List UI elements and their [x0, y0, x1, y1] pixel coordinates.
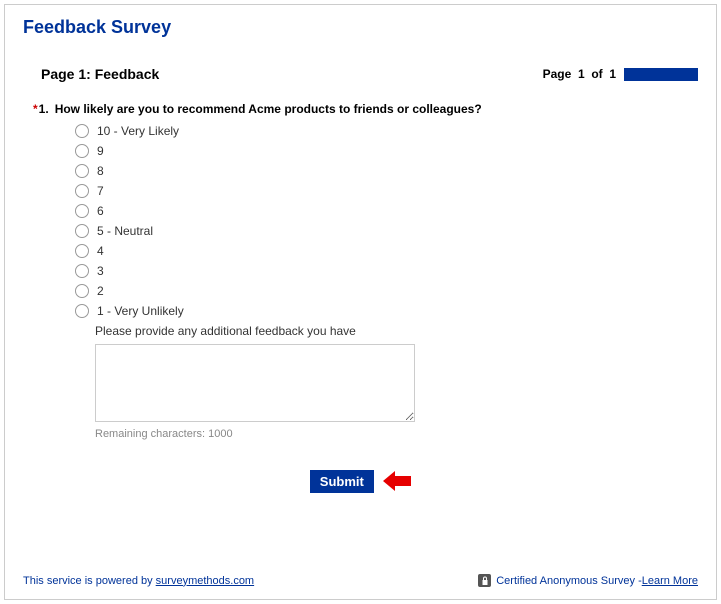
page-total: 1 [609, 67, 616, 81]
option-3[interactable]: 3 [75, 264, 698, 278]
submit-row: Submit [23, 470, 698, 494]
option-2[interactable]: 2 [75, 284, 698, 298]
radio-icon[interactable] [75, 304, 89, 318]
option-1[interactable]: 1 - Very Unlikely [75, 304, 698, 318]
radio-icon[interactable] [75, 224, 89, 238]
arrow-left-icon [383, 471, 411, 494]
feedback-section: Please provide any additional feedback y… [33, 324, 698, 440]
page-indicator: Page 1 of 1 [543, 67, 698, 81]
powered-prefix: This service is powered by [23, 575, 156, 587]
learn-more-link[interactable]: Learn More [642, 575, 698, 587]
option-label: 9 [97, 144, 104, 158]
required-indicator: * [33, 102, 38, 116]
footer: This service is powered by surveymethods… [23, 574, 698, 587]
radio-icon[interactable] [75, 144, 89, 158]
powered-link[interactable]: surveymethods.com [156, 575, 254, 587]
option-9[interactable]: 9 [75, 144, 698, 158]
survey-title: Feedback Survey [23, 17, 698, 38]
option-4[interactable]: 4 [75, 244, 698, 258]
page-header: Page 1: Feedback Page 1 of 1 [23, 66, 698, 82]
radio-icon[interactable] [75, 164, 89, 178]
option-5[interactable]: 5 - Neutral [75, 224, 698, 238]
question-number: 1. [39, 102, 49, 116]
cert-text: Certified Anonymous Survey - [496, 575, 642, 587]
option-label: 5 - Neutral [97, 224, 153, 238]
radio-icon[interactable] [75, 264, 89, 278]
option-label: 7 [97, 184, 104, 198]
option-8[interactable]: 8 [75, 164, 698, 178]
radio-icon[interactable] [75, 244, 89, 258]
feedback-textarea[interactable] [95, 344, 415, 422]
progress-bar [624, 68, 698, 81]
option-label: 8 [97, 164, 104, 178]
lock-icon [478, 574, 491, 587]
char-counter: Remaining characters: 1000 [95, 428, 698, 440]
option-label: 10 - Very Likely [97, 124, 179, 138]
option-label: 6 [97, 204, 104, 218]
question-block: * 1. How likely are you to recommend Acm… [23, 102, 698, 440]
option-label: 4 [97, 244, 104, 258]
options-list: 10 - Very Likely 9 8 7 6 5 - Neutral 4 3… [33, 124, 698, 318]
survey-container: Feedback Survey Page 1: Feedback Page 1 … [4, 4, 717, 600]
submit-button[interactable]: Submit [310, 470, 374, 493]
feedback-label: Please provide any additional feedback y… [95, 324, 698, 338]
footer-powered: This service is powered by surveymethods… [23, 575, 254, 587]
option-6[interactable]: 6 [75, 204, 698, 218]
option-7[interactable]: 7 [75, 184, 698, 198]
page-current: 1 [578, 67, 585, 81]
radio-icon[interactable] [75, 184, 89, 198]
option-10[interactable]: 10 - Very Likely [75, 124, 698, 138]
question-row: * 1. How likely are you to recommend Acm… [33, 102, 698, 116]
page-title: Page 1: Feedback [41, 66, 159, 82]
option-label: 1 - Very Unlikely [97, 304, 184, 318]
radio-icon[interactable] [75, 284, 89, 298]
option-label: 2 [97, 284, 104, 298]
radio-icon[interactable] [75, 204, 89, 218]
page-of: of [591, 67, 602, 81]
question-text: How likely are you to recommend Acme pro… [55, 102, 482, 116]
radio-icon[interactable] [75, 124, 89, 138]
page-indicator-prefix: Page [543, 67, 572, 81]
footer-cert: Certified Anonymous Survey - Learn More [478, 574, 698, 587]
option-label: 3 [97, 264, 104, 278]
